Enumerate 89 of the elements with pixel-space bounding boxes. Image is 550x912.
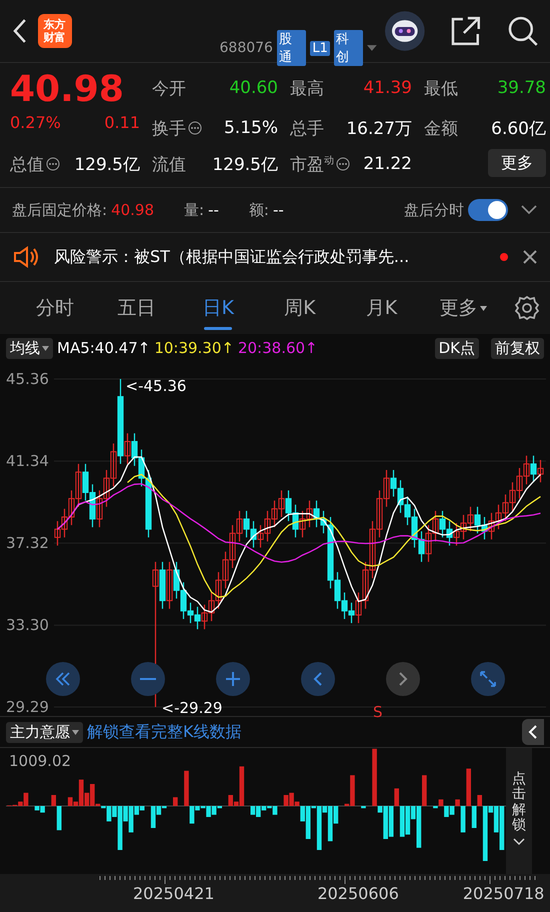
plus-icon xyxy=(224,670,242,688)
chart-tab[interactable]: 周K xyxy=(259,282,341,334)
volume-label: 量: xyxy=(184,200,204,220)
date-label: 20250606 xyxy=(317,884,399,903)
change-amount: 0.11 xyxy=(104,113,140,134)
volume-value: -- xyxy=(208,201,219,219)
search-icon[interactable] xyxy=(506,14,540,48)
stat-label: 金额 xyxy=(424,118,458,140)
minus-icon xyxy=(140,678,156,680)
stat-label: 最低 xyxy=(424,78,458,100)
market-badge: 股通 xyxy=(276,30,306,66)
stat-value: 129.5亿 xyxy=(74,154,140,176)
stat-value: 129.5亿 xyxy=(212,154,278,176)
caret-icon xyxy=(72,730,79,734)
amount-value: -- xyxy=(272,201,284,219)
date-label: 20250421 xyxy=(133,884,214,903)
close-icon[interactable] xyxy=(522,249,538,265)
fullscreen-button[interactable] xyxy=(470,662,504,696)
market-badge: L1 xyxy=(310,40,330,56)
more-dots-icon[interactable] xyxy=(336,157,350,171)
unlock-link[interactable]: 解锁查看完整K线数据 xyxy=(87,722,242,742)
market-badge: 科创 xyxy=(334,30,364,66)
y-axis-label: 33.30 xyxy=(6,616,49,634)
stat-value: 5.15% xyxy=(224,118,278,138)
stat-label: 总手 xyxy=(290,118,324,140)
signal-mark: S xyxy=(373,705,383,719)
zoom-in-button[interactable] xyxy=(216,662,250,696)
last-price: 40.98 xyxy=(10,73,125,107)
chevron-down-icon[interactable] xyxy=(520,204,538,216)
app-logo: 东方 财富 xyxy=(38,14,72,48)
change-percent: 0.27% xyxy=(10,113,61,134)
chevron-left-icon xyxy=(528,725,538,739)
indicator-dropdown[interactable]: 均线 xyxy=(6,338,53,358)
stat-value: 21.22 xyxy=(363,154,412,174)
chart-tab[interactable]: 更多 xyxy=(422,282,504,334)
y-axis-label: 41.34 xyxy=(6,452,49,470)
chart-tab[interactable]: 五日 xyxy=(96,282,178,334)
more-dots-icon[interactable] xyxy=(46,157,60,171)
stat-label: 总值 xyxy=(10,154,44,176)
dk-point-button[interactable]: DK点 xyxy=(434,338,479,358)
stat-label: 最高 xyxy=(290,78,324,100)
amount-label: 额: xyxy=(248,200,269,220)
indicator-dropdown[interactable]: 主力意愿 xyxy=(6,722,83,742)
double-chevron-left-icon xyxy=(54,670,72,688)
toggle-switch[interactable] xyxy=(468,199,508,221)
expand-icon xyxy=(478,670,496,688)
settings-icon[interactable] xyxy=(514,295,540,321)
stat-label: 流值 xyxy=(152,154,186,176)
previous-button[interactable] xyxy=(300,662,334,696)
more-button[interactable]: 更多 xyxy=(488,149,546,177)
chevron-down-icon xyxy=(513,838,525,846)
after-hours-price: 40.98 xyxy=(111,201,154,219)
high-price-marker: <-45.36 xyxy=(126,377,186,395)
next-button[interactable] xyxy=(386,662,420,696)
chart-tab[interactable]: 分时 xyxy=(14,282,96,334)
caret-icon[interactable] xyxy=(367,45,378,51)
stat-value: 39.78 xyxy=(497,78,546,98)
caret-icon xyxy=(42,346,49,350)
moving-average-value: MA5:40.47↑ xyxy=(57,339,150,357)
toggle-label: 盘后分时 xyxy=(404,200,464,220)
indicator-max-value: 1009.02 xyxy=(9,752,72,770)
risk-notice[interactable]: 风险警示：被ST（根据中国证监会行政处罚事先... xyxy=(54,246,486,268)
stat-label: 今开 xyxy=(152,78,186,100)
stat-value: 41.39 xyxy=(363,78,412,98)
stat-label: 市盈$^{动}$ xyxy=(290,154,334,176)
share-icon[interactable] xyxy=(448,14,482,48)
y-axis-label: 45.36 xyxy=(6,370,49,388)
stat-value: 16.27万 xyxy=(346,118,412,140)
low-price-marker: <-29.29 xyxy=(162,699,222,717)
date-label: 20250718 xyxy=(462,884,544,903)
caret-icon xyxy=(480,306,487,310)
price-label: 盘后固定价格: xyxy=(12,200,108,220)
stat-value: 6.60亿 xyxy=(491,118,546,140)
moving-average-value: 20:38.60↑ xyxy=(238,339,318,357)
robot-avatar-icon[interactable] xyxy=(385,11,425,51)
speaker-icon xyxy=(12,245,40,269)
y-axis-label: 37.32 xyxy=(6,534,49,552)
collapse-button[interactable] xyxy=(522,719,544,745)
stat-value: 40.60 xyxy=(229,78,278,98)
chart-tab[interactable]: 日K xyxy=(177,282,260,334)
more-dots-icon[interactable] xyxy=(188,121,202,135)
moving-average-value: 10:39.30↑ xyxy=(154,339,234,357)
stock-code: 688076 xyxy=(220,40,273,56)
y-axis-label: 29.29 xyxy=(6,698,49,716)
zoom-out-button[interactable] xyxy=(130,662,164,696)
rewind-button[interactable] xyxy=(46,662,80,696)
chart-tab[interactable]: 月K xyxy=(340,282,422,334)
price-adjust-button[interactable]: 前复权 xyxy=(491,338,544,358)
stat-label: 换手 xyxy=(152,118,186,140)
